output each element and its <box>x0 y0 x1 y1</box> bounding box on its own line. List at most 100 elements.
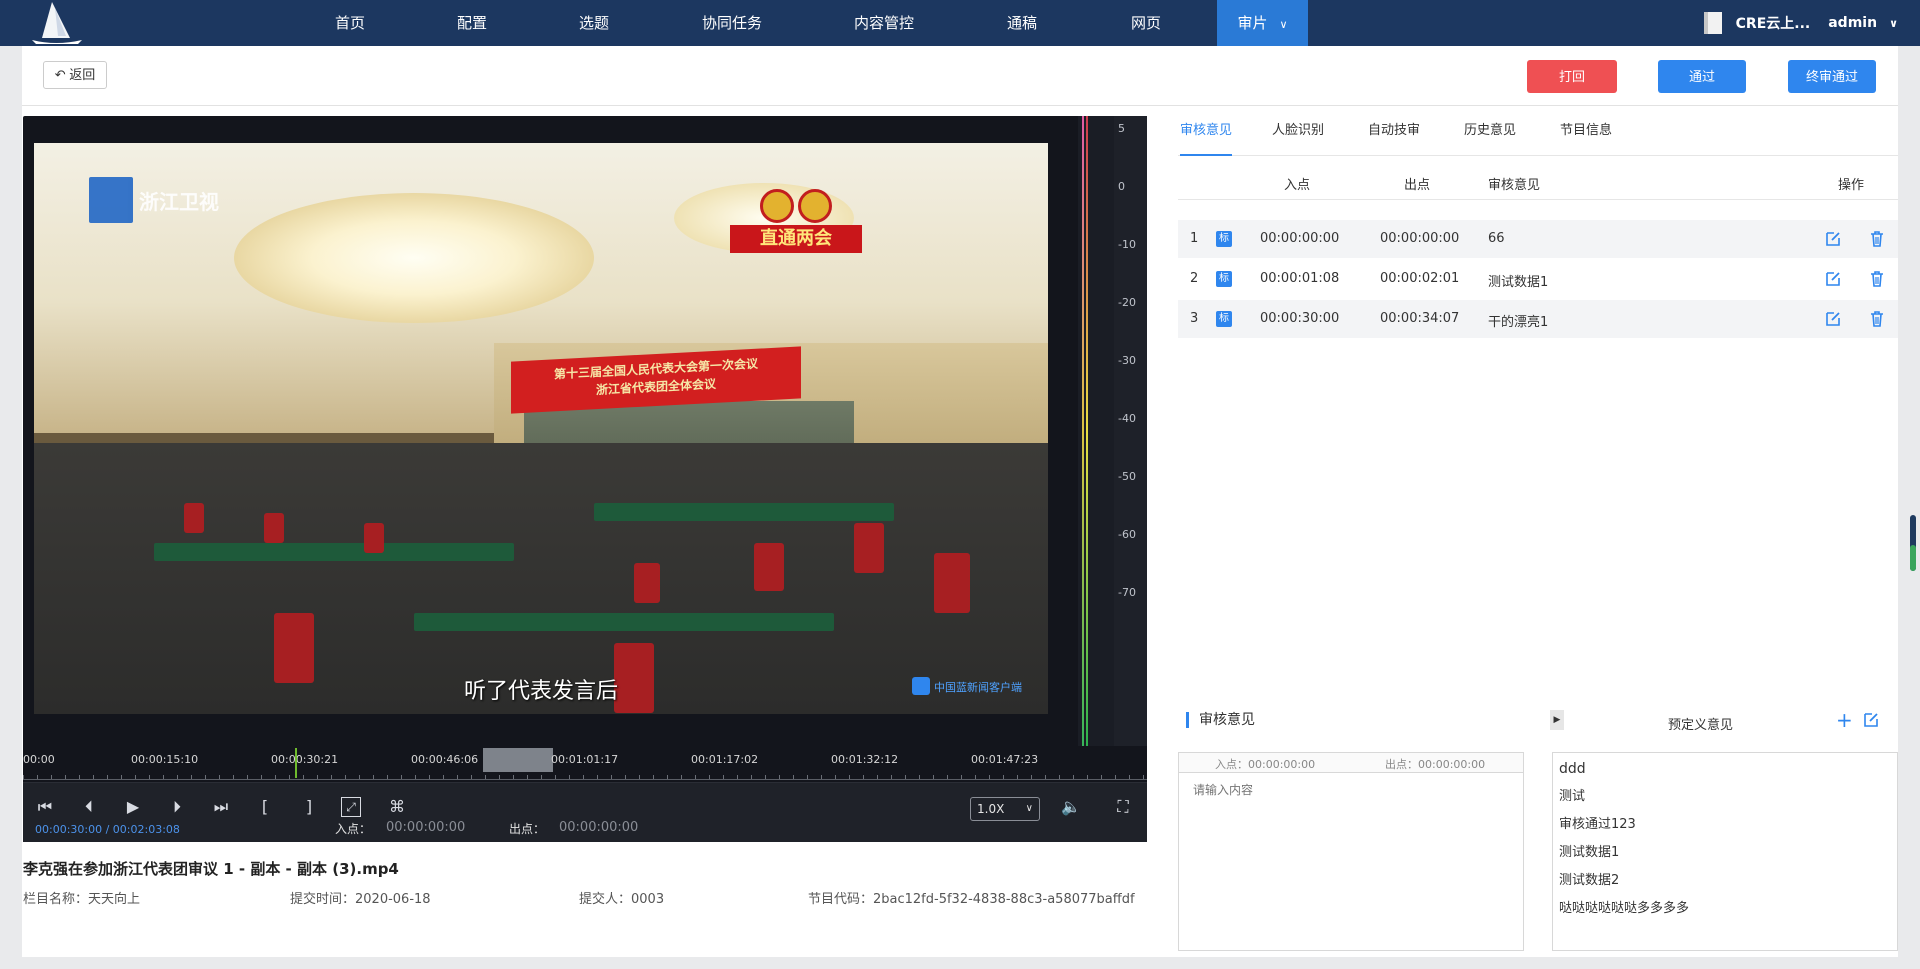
table-row[interactable]: 3 标 00:00:30:00 00:00:34:07 干的漂亮1 <box>1178 300 1898 338</box>
file-title: 李克强在参加浙江代表团审议 1 - 副本 - 副本 (3).mp4 <box>23 860 399 878</box>
video-chair <box>934 553 970 613</box>
tab-face-recognition[interactable]: 人脸识别 <box>1272 116 1324 156</box>
edit-icon[interactable] <box>1862 711 1880 729</box>
skip-to-start-icon[interactable]: ⏮ <box>33 795 57 819</box>
opinion-input[interactable] <box>1178 772 1524 951</box>
playback-speed-select[interactable]: 1.0X ∨ <box>970 797 1040 821</box>
video-table <box>594 503 894 521</box>
list-item[interactable]: 测试数据2 <box>1559 869 1891 897</box>
list-item[interactable]: 哒哒哒哒哒哒多多多多 <box>1559 897 1891 925</box>
table-row[interactable]: 2 标 00:00:01:08 00:00:02:01 测试数据1 <box>1178 260 1898 298</box>
meter-tick: 5 <box>1118 122 1125 135</box>
org-name: CRE云上... <box>1735 16 1811 32</box>
timeline-label: 00:00:30:21 <box>271 753 339 766</box>
timeline-label: 00:01:47:23 <box>971 753 1039 766</box>
meter-tick: 0 <box>1118 180 1125 193</box>
meter-tick: -70 <box>1118 586 1136 599</box>
nav-review[interactable]: 审片 ∨ <box>1217 0 1308 46</box>
list-item[interactable]: 测试 <box>1559 785 1891 813</box>
channel-logo-text: 浙江卫视 <box>139 189 219 214</box>
live-badge-text: 直通两会 <box>730 225 862 253</box>
nav-home[interactable]: 首页 <box>320 0 380 46</box>
mark-out-icon[interactable]: ] <box>297 795 321 819</box>
row-index: 1 <box>1190 231 1199 246</box>
reject-button[interactable]: 打回 <box>1527 60 1617 93</box>
nav-content-control[interactable]: 内容管控 <box>838 0 930 46</box>
nav-config[interactable]: 配置 <box>440 0 504 46</box>
final-pass-button[interactable]: 终审通过 <box>1788 60 1876 93</box>
row-tag: 标 <box>1216 311 1232 327</box>
add-icon[interactable]: + <box>1836 710 1854 730</box>
audio-level-bar-left <box>1082 116 1084 746</box>
next-frame-icon[interactable]: ⏵ <box>165 795 189 819</box>
tab-auto-tech-review[interactable]: 自动技审 <box>1368 116 1420 156</box>
mark-in-icon[interactable]: [ <box>253 795 277 819</box>
chevron-down-icon: ∨ <box>1279 18 1288 31</box>
top-navbar: 首页 配置 选题 协同任务 内容管控 通稿 网页 审片 ∨ CRE云上... ad… <box>0 0 1920 46</box>
play-icon[interactable]: ▶ <box>121 795 145 819</box>
nav-press-release[interactable]: 通稿 <box>990 0 1054 46</box>
table-row[interactable]: 1 标 00:00:00:00 00:00:00:00 66 <box>1178 220 1898 258</box>
playback-speed-value: 1.0X <box>977 802 1005 816</box>
edit-icon[interactable] <box>1824 230 1842 248</box>
edit-icon[interactable] <box>1824 270 1842 288</box>
clip-select-icon[interactable]: ⤢ <box>341 797 361 817</box>
back-button[interactable]: ↶ 返回 <box>43 61 107 89</box>
skip-to-end-icon[interactable]: ⏭ <box>209 795 233 819</box>
undo-icon: ↶ <box>54 67 66 82</box>
video-chair <box>634 563 660 603</box>
row-out-point: 00:00:02:01 <box>1380 271 1460 286</box>
nav-web[interactable]: 网页 <box>1114 0 1178 46</box>
action-toolbar: ↶ 返回 打回 通过 终审通过 <box>22 46 1898 106</box>
tab-program-info[interactable]: 节目信息 <box>1560 116 1612 156</box>
volume-icon[interactable]: 🔈 <box>1059 795 1083 819</box>
meter-tick: -10 <box>1118 238 1136 251</box>
list-item[interactable]: 测试数据1 <box>1559 841 1891 869</box>
channel-logo-icon <box>89 177 133 223</box>
delete-icon[interactable] <box>1868 270 1886 288</box>
nav-topics[interactable]: 选题 <box>562 0 626 46</box>
video-player: 第十三届全国人民代表大会第一次会议 浙江省代表团全体会议 浙江卫视 直通两会 听… <box>23 116 1147 842</box>
list-item[interactable]: 审核通过123 <box>1559 813 1891 841</box>
row-index: 3 <box>1190 311 1199 326</box>
video-frame[interactable]: 第十三届全国人民代表大会第一次会议 浙江省代表团全体会议 浙江卫视 直通两会 听… <box>34 143 1048 714</box>
timeline-playhead[interactable] <box>295 748 297 778</box>
row-opinion: 66 <box>1488 231 1505 246</box>
submitter: 提交人：0003 <box>579 892 665 907</box>
chevron-down-icon: ∨ <box>1025 803 1033 814</box>
meter-tick: -60 <box>1118 528 1136 541</box>
edit-icon[interactable] <box>1824 310 1842 328</box>
delete-icon[interactable] <box>1868 230 1886 248</box>
chevron-down-icon: ∨ <box>1889 16 1898 30</box>
opinion-out-point: 出点：00:00:00:00 <box>1385 758 1486 771</box>
prev-frame-icon[interactable]: ⏴ <box>77 795 101 819</box>
user-menu[interactable]: CRE云上... admin ∨ <box>1703 0 1898 46</box>
header-operations: 操作 <box>1838 178 1865 193</box>
cppcc-emblem-icon <box>798 189 832 223</box>
predefined-title: 预定义意见 <box>1668 718 1734 733</box>
timecode-display: 00:00:30:00 / 00:02:03:08 <box>35 823 180 836</box>
timeline[interactable]: 00:00 00:00:15:10 00:00:30:21 00:00:46:0… <box>23 746 1147 782</box>
main-content: 第十三届全国人民代表大会第一次会议 浙江省代表团全体会议 浙江卫视 直通两会 听… <box>22 106 1898 957</box>
fullscreen-icon[interactable]: ⛶ <box>1111 795 1135 819</box>
audio-meter: 5 0 -10 -20 -30 -40 -50 -60 -70 <box>1078 116 1147 746</box>
opinion-in-point: 入点：00:00:00:00 <box>1215 758 1316 771</box>
tab-history-opinion[interactable]: 历史意见 <box>1464 116 1516 156</box>
national-emblem-icon <box>760 189 794 223</box>
list-item[interactable]: ddd <box>1559 757 1891 785</box>
delete-icon[interactable] <box>1868 310 1886 328</box>
timeline-label: 00:01:01:17 <box>551 753 619 766</box>
video-chair <box>364 523 384 553</box>
row-opinion: 测试数据1 <box>1488 275 1549 290</box>
predefined-list: ddd 测试 审核通过123 测试数据1 测试数据2 哒哒哒哒哒哒多多多多 <box>1552 752 1898 951</box>
tab-review-opinion[interactable]: 审核意见 <box>1180 116 1233 156</box>
nav-collab-tasks[interactable]: 协同任务 <box>686 0 778 46</box>
page-scrollbar-indicator <box>1910 545 1916 571</box>
timeline-label: 00:01:32:12 <box>831 753 899 766</box>
timeline-selection[interactable] <box>483 748 553 772</box>
crop-icon[interactable]: ⌘ <box>385 795 409 819</box>
collapse-arrow-icon[interactable]: ▶ <box>1550 710 1564 730</box>
pass-button[interactable]: 通过 <box>1658 60 1746 93</box>
timeline-label: 00:01:17:02 <box>691 753 759 766</box>
channel-logo: 浙江卫视 <box>89 177 219 223</box>
